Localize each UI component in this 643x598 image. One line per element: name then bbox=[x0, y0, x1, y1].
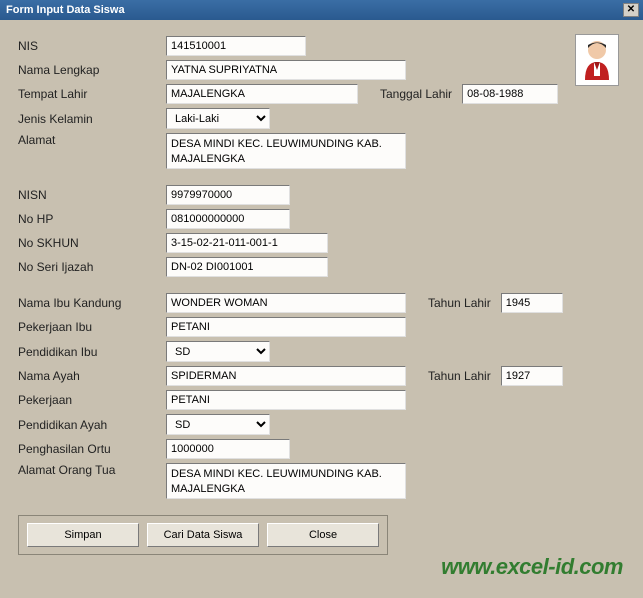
no-seri-ijazah-input[interactable] bbox=[166, 257, 328, 277]
close-icon[interactable]: ✕ bbox=[623, 3, 639, 17]
form-body: NIS Nama Lengkap Tempat Lahir Tanggal La… bbox=[0, 20, 643, 598]
nama-ayah-input[interactable] bbox=[166, 366, 406, 386]
pendidikan-ayah-select[interactable]: SD bbox=[166, 414, 270, 435]
nisn-label: NISN bbox=[18, 188, 166, 202]
alamat-ortu-label: Alamat Orang Tua bbox=[18, 463, 166, 477]
tempat-lahir-input[interactable] bbox=[166, 84, 358, 104]
close-button[interactable]: Close bbox=[267, 523, 379, 547]
penghasilan-ortu-label: Penghasilan Ortu bbox=[18, 442, 166, 456]
no-skhun-input[interactable] bbox=[166, 233, 328, 253]
alamat-input[interactable]: DESA MINDI KEC. LEUWIMUNDING KAB. MAJALE… bbox=[166, 133, 406, 169]
person-icon bbox=[577, 36, 617, 84]
nama-lengkap-input[interactable] bbox=[166, 60, 406, 80]
pekerjaan-ayah-label: Pekerjaan bbox=[18, 393, 166, 407]
button-bar: Simpan Cari Data Siswa Close bbox=[18, 515, 388, 555]
tahun-lahir-ayah-input[interactable] bbox=[501, 366, 563, 386]
cari-data-siswa-button[interactable]: Cari Data Siswa bbox=[147, 523, 259, 547]
nis-input[interactable] bbox=[166, 36, 306, 56]
simpan-button[interactable]: Simpan bbox=[27, 523, 139, 547]
tahun-lahir-ibu-input[interactable] bbox=[501, 293, 563, 313]
tahun-lahir-ayah-label: Tahun Lahir bbox=[428, 369, 491, 383]
nama-ibu-label: Nama Ibu Kandung bbox=[18, 296, 166, 310]
nama-ibu-input[interactable] bbox=[166, 293, 406, 313]
nama-lengkap-label: Nama Lengkap bbox=[18, 63, 166, 77]
title-bar: Form Input Data Siswa ✕ bbox=[0, 0, 643, 20]
pendidikan-ibu-select[interactable]: SD bbox=[166, 341, 270, 362]
alamat-label: Alamat bbox=[18, 133, 166, 147]
no-seri-ijazah-label: No Seri Ijazah bbox=[18, 260, 166, 274]
jenis-kelamin-select[interactable]: Laki-Laki bbox=[166, 108, 270, 129]
tanggal-lahir-label: Tanggal Lahir bbox=[380, 87, 452, 101]
pekerjaan-ibu-input[interactable] bbox=[166, 317, 406, 337]
pekerjaan-ayah-input[interactable] bbox=[166, 390, 406, 410]
tahun-lahir-ibu-label: Tahun Lahir bbox=[428, 296, 491, 310]
nama-ayah-label: Nama Ayah bbox=[18, 369, 166, 383]
alamat-ortu-input[interactable]: DESA MINDI KEC. LEUWIMUNDING KAB. MAJALE… bbox=[166, 463, 406, 499]
no-skhun-label: No SKHUN bbox=[18, 236, 166, 250]
no-hp-input[interactable] bbox=[166, 209, 290, 229]
avatar bbox=[575, 34, 619, 86]
penghasilan-ortu-input[interactable] bbox=[166, 439, 290, 459]
window-title: Form Input Data Siswa bbox=[6, 4, 125, 16]
pendidikan-ayah-label: Pendidikan Ayah bbox=[18, 418, 166, 432]
tempat-lahir-label: Tempat Lahir bbox=[18, 87, 166, 101]
nisn-input[interactable] bbox=[166, 185, 290, 205]
pekerjaan-ibu-label: Pekerjaan Ibu bbox=[18, 320, 166, 334]
jenis-kelamin-label: Jenis Kelamin bbox=[18, 112, 166, 126]
nis-label: NIS bbox=[18, 39, 166, 53]
no-hp-label: No HP bbox=[18, 212, 166, 226]
watermark-text: www.excel-id.com bbox=[441, 554, 623, 580]
tanggal-lahir-input[interactable] bbox=[462, 84, 558, 104]
pendidikan-ibu-label: Pendidikan Ibu bbox=[18, 345, 166, 359]
